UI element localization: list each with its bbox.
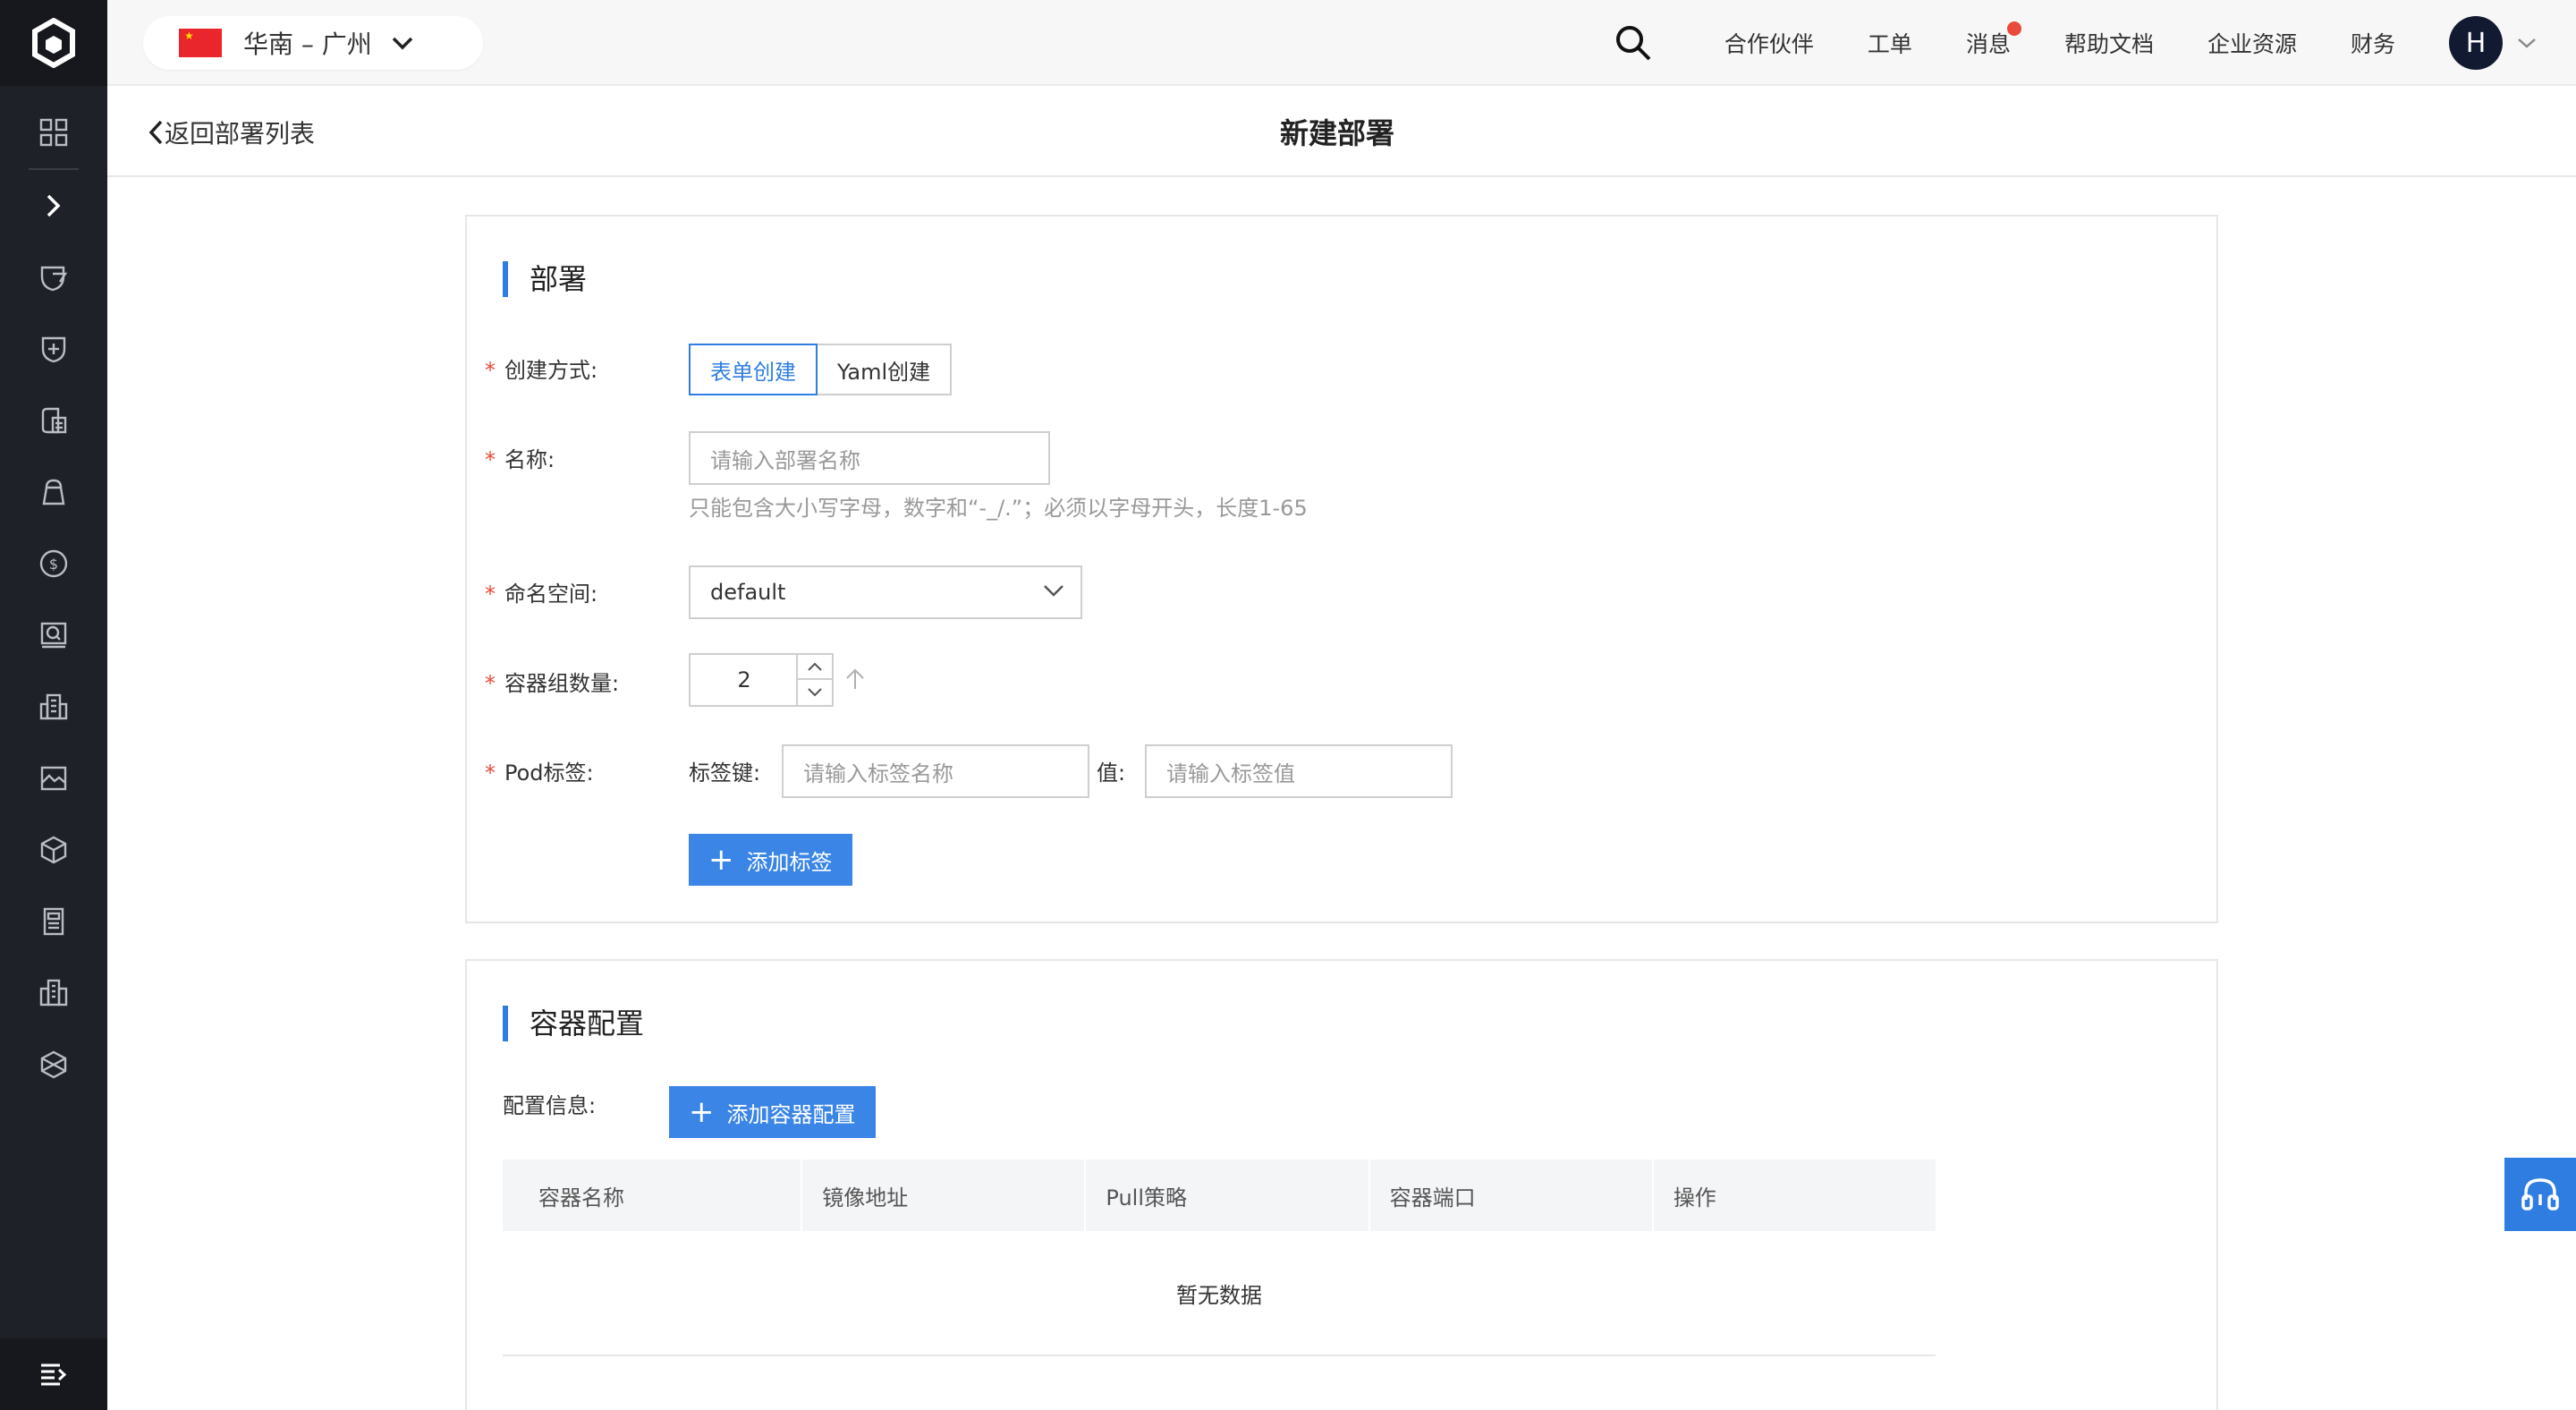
logo-icon: [32, 18, 75, 68]
enterprise-building-icon[interactable]: [0, 957, 107, 1029]
chevron-down-icon: [1044, 585, 1063, 597]
name-label-text: 名称:: [504, 447, 555, 472]
create-method-toggle: 表单创建 Yaml创建: [689, 344, 953, 395]
yaml-create-button[interactable]: Yaml创建: [818, 344, 953, 395]
shield-tag-icon[interactable]: [0, 242, 107, 313]
expand-chevron-icon[interactable]: [0, 170, 107, 242]
chevron-down-icon[interactable]: [2513, 37, 2540, 49]
china-flag-icon: [179, 29, 222, 57]
namespace-label-text: 命名空间:: [504, 582, 598, 607]
tag-value-input[interactable]: 请输入标签值: [1145, 744, 1453, 798]
chevron-down-icon: [808, 688, 822, 697]
avatar[interactable]: H: [2449, 16, 2503, 70]
container-table: 容器名称 镜像地址 Pull策略 容器端口 操作 暂无数据: [503, 1159, 1936, 1356]
column-header-pull-policy: Pull策略: [1086, 1159, 1370, 1231]
namespace-label: * 命名空间:: [485, 582, 598, 607]
pod-label-text: Pod标签:: [504, 760, 594, 786]
region-selector[interactable]: 华南 – 广州: [143, 16, 483, 70]
column-header-image-address: 镜像地址: [802, 1159, 1087, 1231]
deployment-name-input[interactable]: 请输入部署名称: [689, 431, 1050, 485]
nav-partners[interactable]: 合作伙伴: [1724, 27, 1814, 59]
nav-messages-label: 消息: [1965, 31, 2011, 57]
nav-messages[interactable]: 消息: [1965, 21, 2021, 59]
nav-help-docs[interactable]: 帮助文档: [2064, 27, 2154, 59]
search-icon[interactable]: [1614, 23, 1653, 63]
page-header: 返回部署列表 新建部署: [107, 88, 2576, 177]
bag-icon[interactable]: [0, 456, 107, 528]
add-tag-label: 添加标签: [746, 849, 833, 875]
arrow-up-icon[interactable]: [844, 667, 866, 691]
headset-icon: [2521, 1178, 2559, 1210]
monitor-search-icon[interactable]: [0, 599, 107, 671]
chevron-up-icon: [808, 662, 822, 671]
config-info-label: 配置信息:: [503, 1093, 597, 1118]
container-config-section: 容器配置 配置信息: + 添加容器配置 容器名称 镜像地址 Pull策略 容器端…: [465, 959, 2218, 1410]
deploy-section: 部署 * 创建方式: 表单创建 Yaml创建 * 名称: 请输入部署名称 只能包含大…: [465, 215, 2218, 923]
replicas-label-text: 容器组数量:: [504, 671, 620, 696]
decrement-button[interactable]: [798, 680, 832, 705]
region-label: 华南 – 广州: [243, 30, 372, 59]
section-title: 容器配置: [503, 1006, 644, 1041]
create-method-label: * 创建方式:: [485, 358, 598, 383]
plus-icon: +: [689, 1094, 715, 1130]
column-header-actions: 操作: [1673, 1185, 1716, 1210]
customer-support-button[interactable]: [2504, 1158, 2576, 1231]
nav-finance[interactable]: 财务: [2351, 27, 2395, 59]
increment-button[interactable]: [798, 655, 832, 680]
add-tag-button[interactable]: + 添加标签: [689, 834, 852, 886]
sidebar: $: [0, 0, 107, 1410]
dashboard-grid-icon[interactable]: [0, 97, 107, 168]
plus-icon: +: [708, 842, 734, 878]
name-hint: 只能包含大小写字母，数字和“-_/.”；必须以字母开头，长度1-65: [689, 496, 1308, 521]
add-container-config-button[interactable]: + 添加容器配置: [669, 1086, 876, 1138]
image-gallery-icon[interactable]: [0, 743, 107, 814]
tag-value-label: 值:: [1097, 760, 1126, 786]
building-icon[interactable]: [0, 671, 107, 743]
empty-state: 暂无数据: [503, 1231, 1936, 1356]
billing-coin-icon[interactable]: $: [0, 528, 107, 599]
pod-label: * Pod标签:: [485, 760, 594, 786]
top-header: 华南 – 广州 合作伙伴 工单 消息 帮助文档 企业资源 财务 H: [107, 0, 2576, 86]
page-title: 新建部署: [107, 111, 2576, 152]
shield-plus-icon[interactable]: [0, 313, 107, 385]
logo[interactable]: [0, 0, 107, 86]
nav-enterprise-resources[interactable]: 企业资源: [2207, 27, 2297, 59]
menu-toggle[interactable]: [0, 1338, 107, 1410]
svg-text:$: $: [49, 556, 58, 573]
chevron-down-icon: [392, 37, 413, 50]
form-create-button[interactable]: 表单创建: [689, 344, 818, 395]
column-header-container-name: 容器名称: [503, 1159, 803, 1231]
section-title: 部署: [503, 261, 587, 297]
storage-icon[interactable]: [0, 385, 107, 456]
menu-collapse-icon: [41, 1363, 67, 1386]
add-container-config-label: 添加容器配置: [726, 1101, 856, 1127]
table-header: 容器名称 镜像地址 Pull策略 容器端口 操作: [503, 1159, 1936, 1231]
namespace-value: default: [710, 580, 786, 605]
package-icon[interactable]: [0, 814, 107, 886]
page-title-text: 新建部署: [1279, 116, 1394, 150]
nav-tickets[interactable]: 工单: [1868, 27, 1912, 59]
unread-badge: [2006, 21, 2021, 36]
cube-network-icon[interactable]: [0, 1029, 107, 1100]
tag-key-label: 标签键:: [689, 760, 761, 786]
name-label: * 名称:: [485, 447, 555, 472]
document-list-icon[interactable]: [0, 886, 107, 957]
replicas-label: * 容器组数量:: [485, 671, 620, 696]
tag-key-input[interactable]: 请输入标签名称: [782, 744, 1089, 798]
namespace-select[interactable]: default: [689, 565, 1082, 619]
replicas-input[interactable]: 2: [691, 655, 798, 705]
column-header-container-port: 容器端口: [1370, 1159, 1654, 1231]
create-method-label-text: 创建方式:: [504, 358, 598, 383]
replicas-stepper: 2: [689, 653, 834, 707]
